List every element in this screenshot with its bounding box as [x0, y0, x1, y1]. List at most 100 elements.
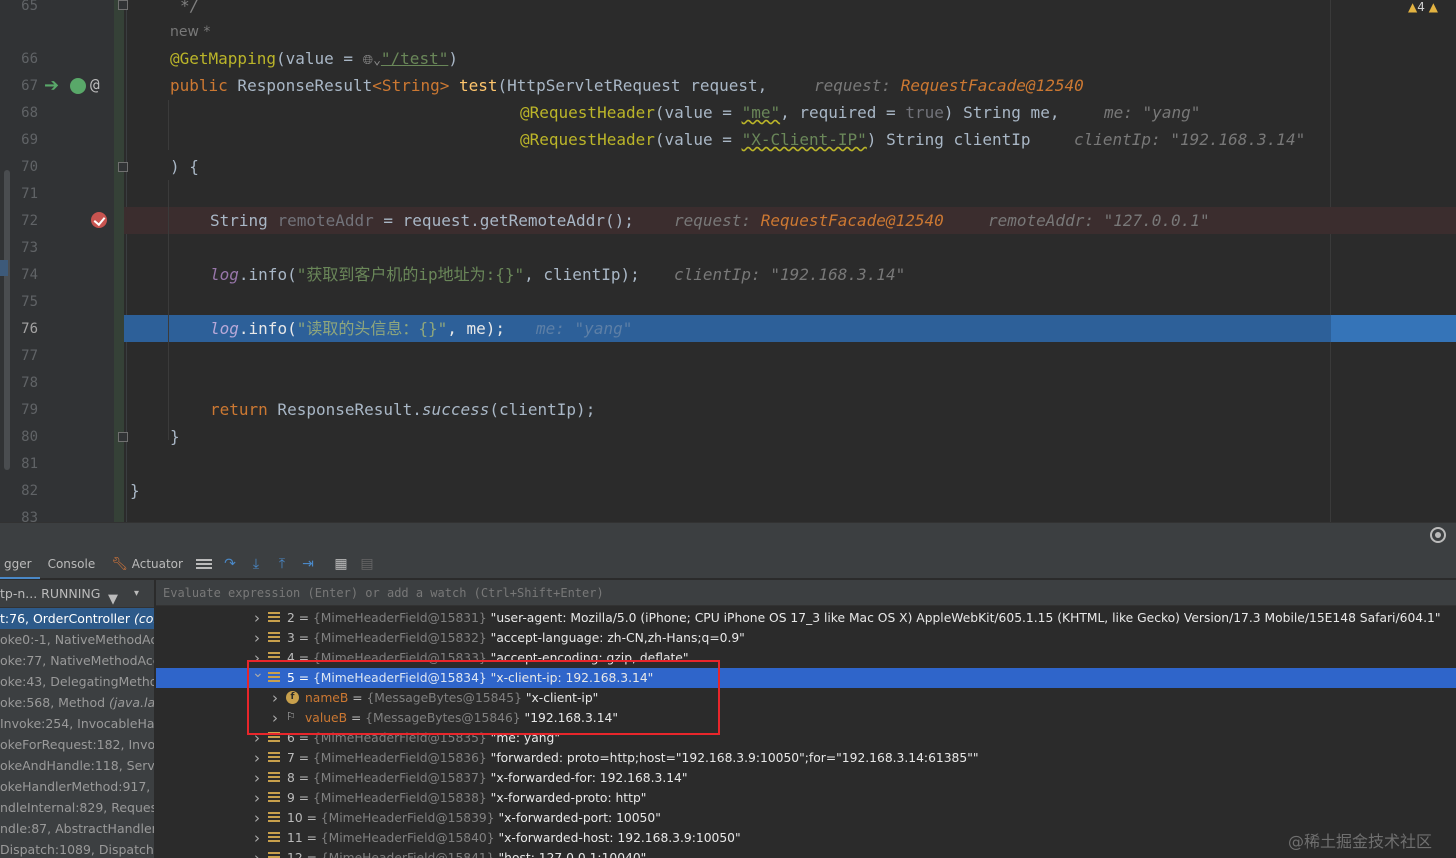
code-token: ) String clientIp: [866, 130, 1031, 149]
variable-text: 3 = {MimeHeaderField@15832} "accept-lang…: [287, 628, 745, 648]
code-line-66[interactable]: @GetMapping(value = 🌐︎⌄"/test"): [170, 49, 458, 71]
menu-icon[interactable]: [195, 558, 212, 569]
gutter-divider: [126, 0, 127, 522]
stack-frame[interactable]: oke:77, NativeMethodAcce: [0, 650, 154, 671]
code-token: ) String me,: [943, 103, 1060, 122]
stack-frame[interactable]: Dispatch:1089, DispatcherS: [0, 839, 154, 858]
code-token: .info(: [238, 265, 297, 284]
variable-text: 2 = {MimeHeaderField@15831} "user-agent:…: [287, 608, 1440, 628]
globe-icon[interactable]: 🌐︎⌄: [363, 53, 381, 68]
step-into-icon[interactable]: ⤓: [248, 556, 264, 572]
chevron-right-icon[interactable]: ›: [252, 828, 262, 848]
code-line-70[interactable]: ) {: [170, 157, 199, 177]
stack-frame[interactable]: okeHandlerMethod:917, R: [0, 776, 154, 797]
variable-row[interactable]: › 10 = {MimeHeaderField@15839} "x-forward…: [156, 808, 1456, 828]
hint-label: me:: [1104, 103, 1133, 122]
tab-console[interactable]: Console: [40, 549, 104, 579]
url-link[interactable]: "/test": [381, 49, 448, 68]
code-line-69[interactable]: @RequestHeader(value = "X-Client-IP") St…: [520, 130, 1031, 150]
annotation-marker-icon[interactable]: @: [90, 75, 106, 94]
stack-frame[interactable]: oke:43, DelegatingMethod: [0, 671, 154, 692]
chevron-right-icon[interactable]: ›: [252, 608, 262, 628]
chevron-right-icon[interactable]: ›: [252, 748, 262, 768]
table-icon[interactable]: ▦: [333, 556, 349, 572]
stack-frame[interactable]: Invoke:254, InvocableHand: [0, 713, 154, 734]
chevron-right-icon[interactable]: ›: [252, 848, 262, 858]
code-line-74[interactable]: log.info("获取到客户机的ip地址为:{}", clientIp);: [210, 265, 640, 285]
equals-sign: =: [294, 631, 313, 645]
code-line-82[interactable]: }: [130, 481, 140, 501]
inspection-widget[interactable]: ▲4 ▲: [1408, 0, 1438, 14]
variable-row[interactable]: › 9 = {MimeHeaderField@15838} "x-forwarde…: [156, 788, 1456, 808]
code-line-76[interactable]: log.info("读取的头信息：{}", me);: [210, 319, 505, 339]
run-method-icon[interactable]: [70, 78, 86, 94]
tab-debugger[interactable]: gger: [0, 549, 40, 579]
code-editor[interactable]: 65 66 67 68 69 70 71 72 73 74 75 76 77 7…: [0, 0, 1456, 522]
scrollbar-thumb[interactable]: [4, 170, 10, 470]
stack-frame[interactable]: oke0:-1, NativeMethodAcc: [0, 629, 154, 650]
code-line-80[interactable]: }: [170, 427, 180, 447]
panel-splitter[interactable]: [0, 522, 1456, 549]
stack-frame[interactable]: t:76, OrderController (com: [0, 608, 154, 629]
variable-row[interactable]: › 3 = {MimeHeaderField@15832} "accept-lan…: [156, 628, 1456, 648]
variable-type: {MimeHeaderField@15839}: [320, 811, 495, 825]
line-number: 80: [21, 429, 38, 445]
vcs-change-bar: [114, 0, 124, 522]
line-number: 75: [21, 294, 38, 310]
evaluate-expression-input[interactable]: [156, 580, 1456, 606]
run-to-cursor-icon[interactable]: ⇥: [300, 556, 316, 572]
code-token: (HttpServletRequest request,: [497, 76, 768, 95]
indent-guide: [168, 100, 169, 150]
variable-row[interactable]: › 7 = {MimeHeaderField@15836} "forwarded:…: [156, 748, 1456, 768]
stack-frame[interactable]: oke:568, Method (java.lang: [0, 692, 154, 713]
variable-row[interactable]: › 11 = {MimeHeaderField@15840} "x-forward…: [156, 828, 1456, 848]
fold-marker-icon[interactable]: [118, 162, 128, 172]
stack-frame[interactable]: ndle:87, AbstractHandlerMe: [0, 818, 154, 839]
line-number: 65: [21, 0, 38, 14]
code-line-68[interactable]: @RequestHeader(value = "me", required = …: [520, 103, 1059, 123]
tab-actuator[interactable]: 🔧︎ Actuator: [103, 549, 191, 579]
inline-hint: me: "yang": [1104, 103, 1200, 123]
stack-frame[interactable]: okeAndHandle:118, Servlet: [0, 755, 154, 776]
code-token: ResponseResult.: [267, 400, 422, 419]
step-over-icon[interactable]: ↷: [222, 556, 238, 572]
frame-location: oke:43, DelegatingMethod: [0, 674, 154, 689]
variable-type: {MimeHeaderField@15841}: [320, 851, 495, 858]
fold-marker-icon[interactable]: [118, 0, 128, 10]
chevron-right-icon[interactable]: ›: [252, 808, 262, 828]
frame-location: okeAndHandle:118, Servlet: [0, 758, 154, 773]
stack-frame[interactable]: okeForRequest:182, Invoca: [0, 734, 154, 755]
list-icon: [268, 772, 280, 782]
inline-hint: request: RequestFacade@12540: [814, 76, 1084, 96]
keyword-token: return: [210, 400, 268, 419]
variable-row[interactable]: › 2 = {MimeHeaderField@15831} "user-agent…: [156, 608, 1456, 628]
execution-point-highlight-margin: [1331, 315, 1456, 342]
equals-sign: =: [294, 771, 313, 785]
code-line-67[interactable]: public ResponseResult<String> test(HttpS…: [170, 76, 767, 96]
author-hint: new *: [170, 24, 211, 40]
left-scroll-strip[interactable]: [0, 0, 14, 522]
step-out-icon[interactable]: ⤒: [274, 556, 290, 572]
thread-selector[interactable]: tp-n... RUNNING ▼ ▾: [0, 580, 154, 608]
stack-frame[interactable]: ndleInternal:829, RequestM: [0, 797, 154, 818]
hint-label: request:: [814, 76, 892, 95]
code-line-79[interactable]: return ResponseResult.success(clientIp);: [210, 400, 595, 420]
chevron-down-icon[interactable]: ▾: [134, 580, 139, 608]
variable-type: {MimeHeaderField@15831}: [312, 611, 487, 625]
variable-row[interactable]: › 8 = {MimeHeaderField@15837} "x-forwarde…: [156, 768, 1456, 788]
chevron-right-icon[interactable]: ›: [252, 768, 262, 788]
variable-row[interactable]: › 12 = {MimeHeaderField@15841} "host: 127…: [156, 848, 1456, 858]
line-number: 73: [21, 240, 38, 256]
code-comment: */: [180, 0, 200, 15]
chevron-right-icon[interactable]: ›: [252, 788, 262, 808]
breakpoint-icon[interactable]: [91, 212, 107, 228]
code-token: = request.getRemoteAddr();: [373, 211, 634, 230]
watermark: @稀土掘金技术社区: [1288, 832, 1433, 851]
code-line-72[interactable]: String remoteAddr = request.getRemoteAdd…: [210, 211, 634, 231]
line-number: 78: [21, 375, 38, 391]
settings-icon[interactable]: [1430, 527, 1446, 543]
table-disabled-icon: ▤: [360, 555, 374, 572]
filter-icon[interactable]: ▼: [108, 586, 118, 614]
chevron-right-icon[interactable]: ›: [252, 628, 262, 648]
fold-marker-icon[interactable]: [118, 432, 128, 442]
